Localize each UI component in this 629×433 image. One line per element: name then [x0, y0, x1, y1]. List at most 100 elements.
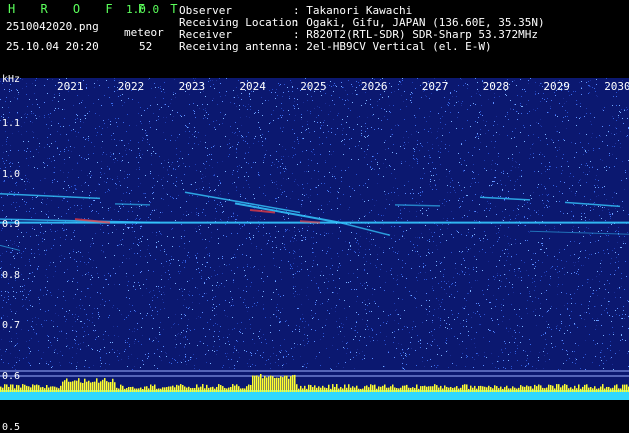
level-bar — [106, 381, 108, 392]
level-bar — [470, 386, 472, 392]
level-bar — [52, 386, 54, 392]
level-bar — [4, 384, 6, 392]
date-time: 25.10.04 20:20 — [6, 41, 99, 53]
x-tick-label: 2023 — [179, 80, 206, 93]
level-bar — [526, 385, 528, 392]
level-bar — [102, 380, 104, 392]
level-bar — [412, 387, 414, 392]
level-bar — [196, 384, 198, 392]
level-bar — [250, 385, 252, 392]
level-bar — [332, 384, 334, 392]
level-bar — [498, 388, 500, 392]
level-bar — [624, 385, 626, 392]
level-bar — [418, 389, 420, 392]
level-bar — [236, 384, 238, 392]
level-bar — [278, 378, 280, 392]
level-bar — [394, 387, 396, 392]
level-bar — [224, 388, 226, 392]
level-bar — [222, 386, 224, 392]
level-bar — [442, 388, 444, 392]
level-bar — [122, 386, 124, 392]
level-bar — [92, 382, 94, 392]
level-bar — [500, 387, 502, 392]
level-bar — [592, 388, 594, 392]
level-bar — [406, 385, 408, 392]
level-bar — [146, 386, 148, 392]
level-bar — [528, 386, 530, 392]
level-bar — [284, 376, 286, 392]
level-bar — [350, 388, 352, 392]
level-bar — [166, 387, 168, 392]
level-bar — [436, 385, 438, 392]
level-bar — [188, 387, 190, 392]
level-bar — [48, 388, 50, 392]
level-bar — [432, 386, 434, 392]
level-bar — [358, 389, 360, 392]
level-bar — [312, 387, 314, 392]
level-bar — [80, 382, 82, 392]
x-tick-label: 2024 — [239, 80, 266, 93]
level-bar — [240, 388, 242, 392]
level-bar — [72, 381, 74, 392]
level-bar — [490, 387, 492, 392]
level-bar — [486, 387, 488, 392]
level-bar — [336, 384, 338, 392]
level-bar — [620, 388, 622, 392]
level-bar — [578, 384, 580, 392]
level-bar — [484, 387, 486, 392]
level-bar — [158, 388, 160, 392]
level-bar — [54, 387, 56, 392]
level-bar — [114, 382, 116, 392]
level-bar — [542, 388, 544, 392]
y-tick-label: 0.9 — [2, 219, 20, 230]
level-bar — [36, 385, 38, 392]
level-bar — [552, 386, 554, 392]
level-bar — [148, 388, 150, 392]
level-bar — [492, 388, 494, 392]
level-bar — [86, 382, 88, 392]
app-version: 1.0.0 — [126, 4, 159, 16]
level-bar — [24, 385, 26, 392]
level-bar — [626, 384, 628, 392]
level-bar — [548, 385, 550, 392]
level-bar — [310, 385, 312, 392]
level-bar — [286, 376, 288, 392]
x-tick-label: 2021 — [57, 80, 84, 93]
y-tick-label: 0.5 — [2, 422, 20, 433]
level-bar — [338, 389, 340, 392]
level-bar — [536, 386, 538, 392]
level-bar — [450, 387, 452, 392]
level-bar — [234, 386, 236, 392]
level-bar — [46, 385, 48, 392]
level-bar — [68, 382, 70, 392]
level-bar — [506, 386, 508, 392]
level-bar — [372, 385, 374, 392]
level-bar — [364, 386, 366, 392]
level-bar — [94, 382, 96, 392]
level-bar — [186, 388, 188, 392]
level-bar — [160, 389, 162, 392]
level-bar — [376, 389, 378, 392]
level-bar — [302, 388, 304, 392]
level-bar — [34, 385, 36, 392]
level-bar — [170, 386, 172, 392]
level-bar — [296, 384, 298, 392]
level-bar — [134, 388, 136, 392]
level-bar — [328, 385, 330, 392]
level-bar — [558, 384, 560, 392]
level-bar — [10, 384, 12, 392]
level-bar — [162, 387, 164, 392]
level-bar — [176, 385, 178, 392]
level-bar — [584, 385, 586, 392]
level-bar — [512, 386, 514, 392]
level-bar — [282, 377, 284, 392]
level-bar — [90, 383, 92, 392]
level-bar — [586, 384, 588, 392]
level-bar — [504, 387, 506, 392]
level-bar — [206, 385, 208, 392]
level-bar — [204, 388, 206, 392]
level-bar — [252, 375, 254, 392]
level-bar — [416, 384, 418, 392]
level-bar — [308, 385, 310, 392]
level-bar — [242, 388, 244, 392]
